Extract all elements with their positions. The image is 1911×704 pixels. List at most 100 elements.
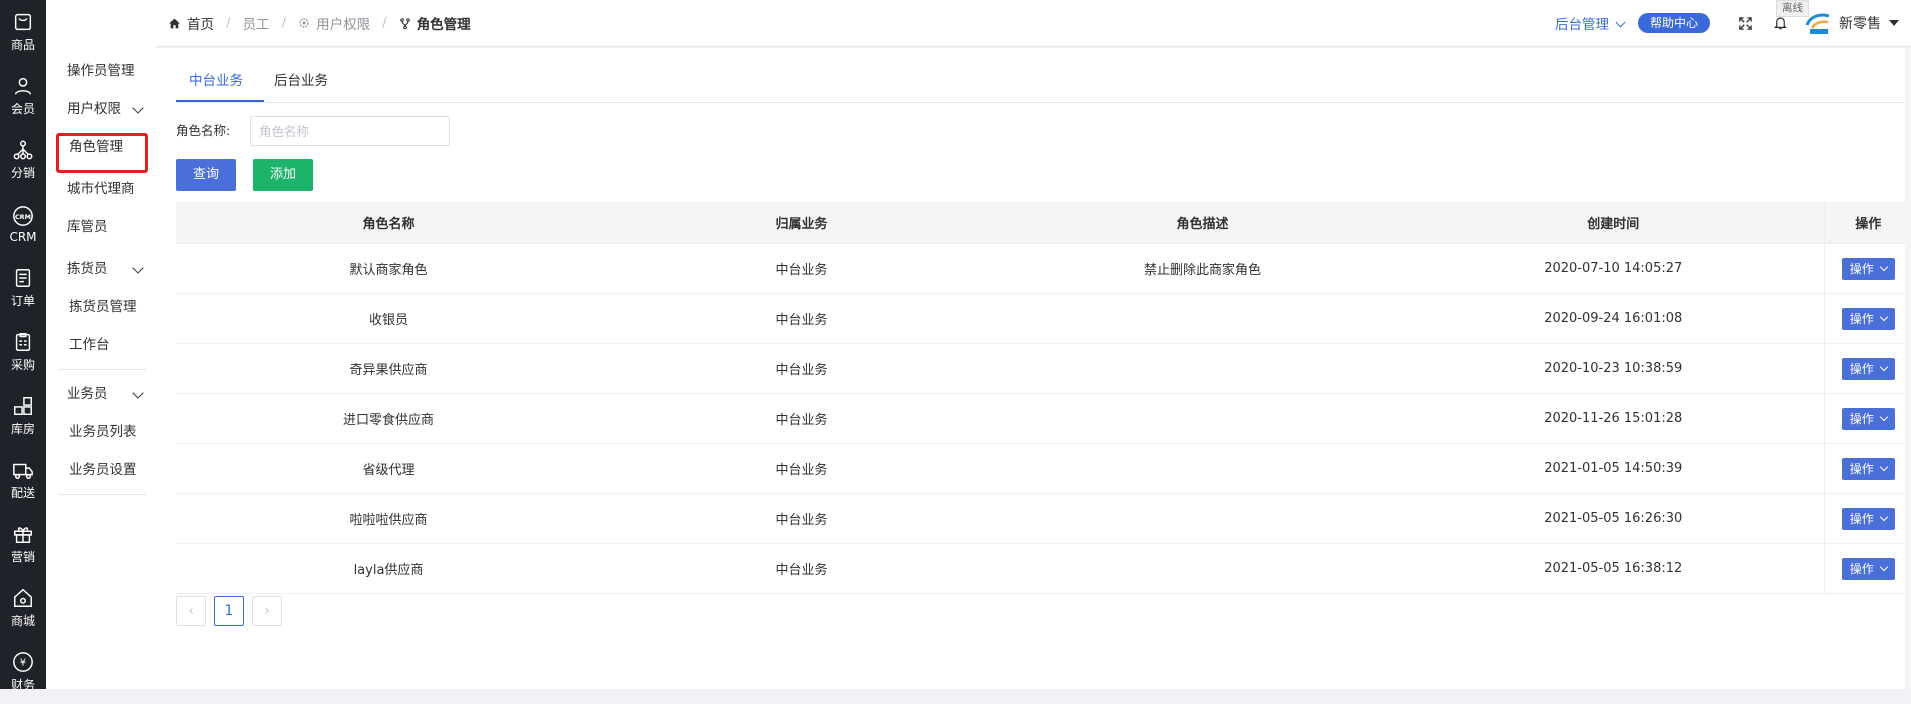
cell-description — [1002, 393, 1403, 444]
cell-created-time: 2020-11-26 15:01:28 — [1403, 393, 1824, 444]
cell-actions: 操作 — [1823, 393, 1911, 444]
column-header-actions: 操作 — [1823, 202, 1911, 244]
rail-label-warehouse: 库房 — [10, 422, 35, 436]
rail-item-members[interactable]: 会员 — [0, 64, 46, 128]
breadcrumb-home[interactable]: 首页 — [187, 13, 214, 33]
rail-item-delivery[interactable]: 配送 — [0, 448, 46, 512]
prev-page-button[interactable]: ‹ — [176, 596, 206, 626]
table-row: 默认商家角色 中台业务 禁止删除此商家角色 2020-07-10 14:05:2… — [176, 243, 1911, 294]
yen-icon: ¥ — [13, 652, 33, 672]
sub-menu: 操作员管理 用户权限 角色管理 城市代理商 库管员 拣货员 拣货员管理 工作台 … — [46, 0, 157, 689]
rail-item-finance[interactable]: ¥ 财务 — [0, 640, 46, 704]
column-header-role-name: 角色名称 — [176, 202, 601, 244]
user-icon — [14, 77, 32, 95]
rail-item-purchase[interactable]: 采购 — [0, 320, 46, 384]
cell-role-name: 奇异果供应商 — [176, 343, 601, 394]
breadcrumb-staff[interactable]: 员工 — [243, 13, 270, 33]
action-label: 操作 — [1849, 261, 1874, 276]
chevron-down-icon — [1879, 362, 1888, 371]
action-dropdown-button[interactable]: 操作 — [1841, 307, 1895, 330]
menu-workbench[interactable]: 工作台 — [46, 326, 156, 364]
user-name[interactable]: 新零售 — [1839, 13, 1881, 33]
page-number-button[interactable]: 1 — [214, 596, 244, 626]
cell-description — [1002, 343, 1403, 394]
delivery-icon — [13, 463, 33, 479]
chevron-down-icon — [1879, 462, 1888, 471]
rail-item-distribution[interactable]: 分销 — [0, 128, 46, 192]
cell-created-time: 2021-01-05 14:50:39 — [1403, 443, 1824, 494]
caret-down-icon[interactable] — [1889, 20, 1899, 26]
home-icon — [14, 588, 32, 607]
bell-icon[interactable] — [1773, 15, 1788, 31]
tab-backend-business[interactable]: 后台业务 — [274, 66, 328, 102]
tab-bar: 中台业务 后台业务 — [176, 66, 1911, 103]
chevron-down-icon — [1879, 262, 1888, 271]
cell-business: 中台业务 — [601, 243, 1002, 294]
cell-created-time: 2020-09-24 16:01:08 — [1403, 293, 1824, 344]
rail-item-crm[interactable]: CRM CRM — [0, 192, 46, 256]
table-row: 省级代理 中台业务 2021-01-05 14:50:39 操作 — [176, 443, 1911, 494]
fullscreen-icon[interactable] — [1738, 16, 1753, 31]
gear-icon — [299, 18, 309, 28]
tab-active-indicator — [176, 100, 264, 102]
menu-salesman-list[interactable]: 业务员列表 — [46, 413, 156, 451]
action-label: 操作 — [1849, 311, 1874, 326]
backend-dropdown-label: 后台管理 — [1554, 17, 1609, 33]
cell-actions: 操作 — [1823, 243, 1911, 294]
help-center-button[interactable]: 帮助中心 — [1637, 13, 1710, 33]
role-name-input[interactable] — [250, 116, 450, 146]
rail-item-marketing[interactable]: 营销 — [0, 512, 46, 576]
table-header-row: 角色名称 归属业务 角色描述 创建时间 操作 — [176, 202, 1911, 244]
rail-item-warehouse[interactable]: 库房 — [0, 384, 46, 448]
table-row: 啦啦啦供应商 中台业务 2021-05-05 16:26:30 操作 — [176, 493, 1911, 544]
top-bar: 首页 / 员工 / 用户权限 / 角色管理 后台管理 帮助中心 新零售 离线 — [156, 0, 1911, 47]
next-page-button[interactable]: › — [252, 596, 282, 626]
add-button[interactable]: 添加 — [253, 159, 313, 191]
rail-label-marketing: 营销 — [10, 550, 35, 564]
cell-role-name: 收银员 — [176, 293, 601, 344]
breadcrumb-current: 角色管理 — [416, 17, 471, 33]
action-dropdown-button[interactable]: 操作 — [1841, 557, 1895, 580]
rail-item-orders[interactable]: 订单 — [0, 256, 46, 320]
purchase-icon — [15, 333, 31, 351]
menu-warehouse-keeper[interactable]: 库管员 — [46, 208, 156, 246]
query-button[interactable]: 查询 — [176, 159, 236, 191]
tab-middle-platform[interactable]: 中台业务 — [189, 66, 243, 102]
menu-city-agent[interactable]: 城市代理商 — [46, 170, 156, 208]
menu-salesman-settings[interactable]: 业务员设置 — [46, 451, 156, 489]
cell-created-time: 2021-05-05 16:38:12 — [1403, 543, 1824, 594]
network-icon — [13, 140, 33, 160]
action-dropdown-button[interactable]: 操作 — [1841, 457, 1895, 480]
menu-operator-management[interactable]: 操作员管理 — [46, 52, 156, 90]
backend-management-dropdown[interactable]: 后台管理 — [1554, 13, 1626, 33]
action-dropdown-button[interactable]: 操作 — [1841, 407, 1895, 430]
home-icon — [169, 18, 180, 28]
vertical-scrollbar[interactable] — [1905, 48, 1911, 689]
action-dropdown-button[interactable]: 操作 — [1841, 357, 1895, 380]
table-row: 进口零食供应商 中台业务 2020-11-26 15:01:28 操作 — [176, 393, 1911, 444]
chevron-down-icon — [132, 102, 144, 114]
menu-picker-management[interactable]: 拣货员管理 — [46, 288, 156, 326]
highlight-annotation-box — [56, 133, 148, 173]
cell-business: 中台业务 — [601, 493, 1002, 544]
rail-label-delivery: 配送 — [10, 486, 35, 500]
table-row: layla供应商 中台业务 2021-05-05 16:38:12 操作 — [176, 543, 1911, 594]
cell-business: 中台业务 — [601, 293, 1002, 344]
cell-actions: 操作 — [1823, 493, 1911, 544]
action-dropdown-button[interactable]: 操作 — [1841, 507, 1895, 530]
shopping-bag-icon — [14, 13, 32, 31]
branch-icon — [399, 17, 410, 29]
column-header-created-time: 创建时间 — [1403, 202, 1824, 244]
cell-actions: 操作 — [1823, 543, 1911, 594]
rail-item-goods[interactable]: 商品 — [0, 0, 46, 64]
status-badge: 离线 — [1776, 0, 1809, 17]
cell-role-name: 啦啦啦供应商 — [176, 493, 601, 544]
menu-group-picker[interactable]: 拣货员 — [46, 250, 156, 288]
svg-text:CRM: CRM — [15, 212, 31, 220]
breadcrumb-permission[interactable]: 用户权限 — [316, 13, 370, 33]
action-dropdown-button[interactable]: 操作 — [1841, 257, 1895, 280]
chevron-down-icon — [1879, 312, 1888, 321]
rail-item-mall[interactable]: 商城 — [0, 576, 46, 640]
menu-group-user-permission[interactable]: 用户权限 — [46, 90, 156, 128]
menu-group-salesman[interactable]: 业务员 — [46, 375, 156, 413]
